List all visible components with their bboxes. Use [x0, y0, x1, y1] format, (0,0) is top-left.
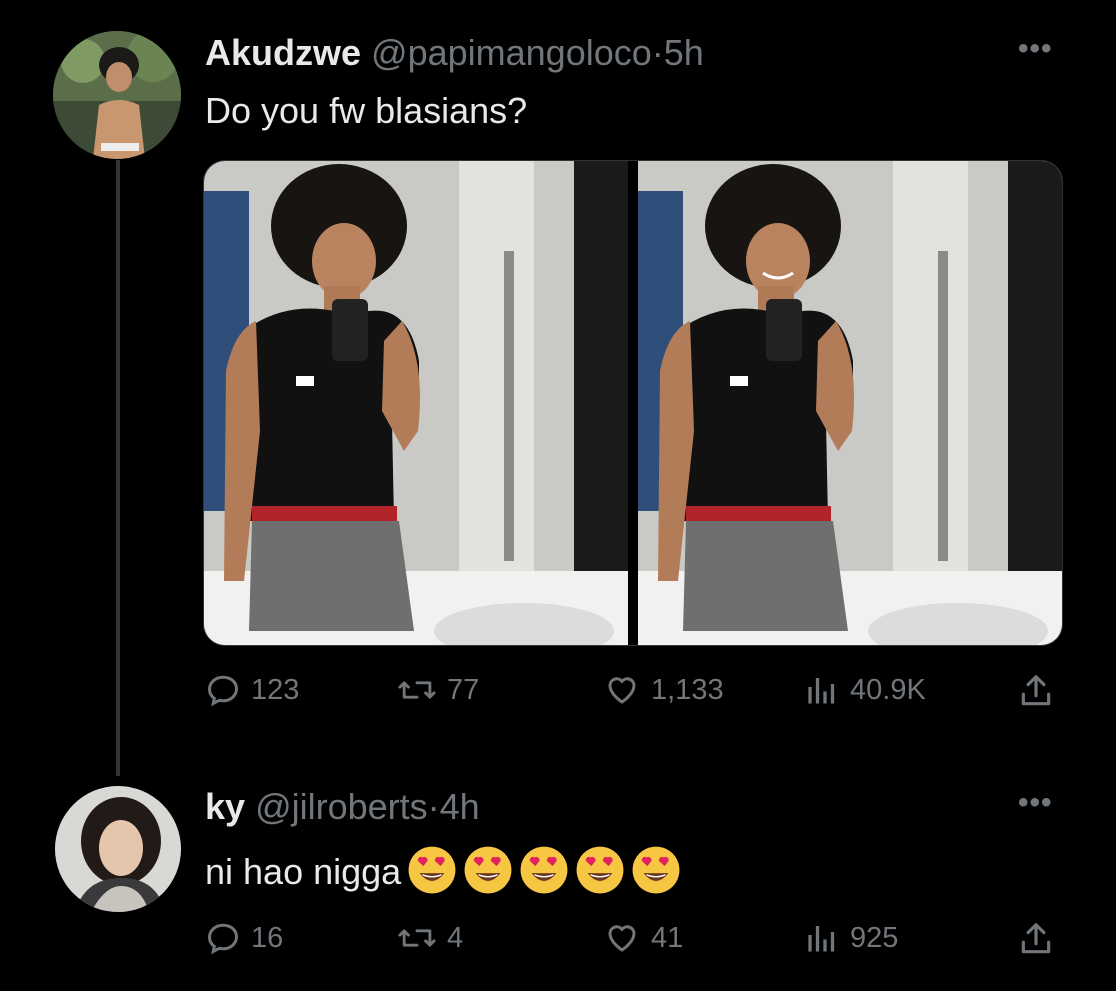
heart-eyes-emoji-icon — [631, 845, 681, 904]
reply-views-button[interactable]: 925 — [804, 920, 898, 956]
view-count: 40.9K — [850, 673, 926, 706]
tweet-media[interactable] — [203, 160, 1063, 646]
reply-text: ni hao nigga — [205, 851, 402, 893]
reply-button[interactable]: 123 — [205, 672, 299, 708]
reply-author-avatar[interactable] — [55, 786, 181, 912]
reply-like-count: 41 — [651, 921, 684, 954]
share-icon — [1021, 923, 1051, 954]
views-icon — [808, 926, 835, 952]
reply-timestamp[interactable]: 4h — [440, 786, 480, 827]
ellipsis-icon[interactable]: ••• — [1018, 32, 1053, 66]
retweet-icon — [398, 681, 436, 699]
reply-text-line: ni hao nigga — [205, 845, 681, 904]
views-button[interactable]: 40.9K — [804, 672, 926, 708]
reply-reply-button[interactable]: 16 — [205, 920, 283, 956]
emoji-row — [401, 846, 681, 894]
like-button[interactable]: 1,133 — [603, 672, 724, 708]
reply-view-count: 925 — [850, 921, 899, 954]
retweet-button[interactable]: 77 — [397, 672, 479, 708]
tweet-header: Akudzwe @papimangoloco·5h — [205, 32, 704, 74]
timestamp[interactable]: 5h — [664, 32, 704, 73]
reply-icon — [207, 923, 239, 955]
like-count: 1,133 — [651, 673, 724, 706]
tweet-photo-1[interactable] — [204, 161, 628, 645]
reply-share-button[interactable] — [1017, 920, 1055, 958]
reply-ellipsis-icon[interactable]: ••• — [1018, 786, 1053, 820]
heart-eyes-emoji-icon — [519, 845, 569, 904]
author-name[interactable]: Akudzwe — [205, 32, 361, 73]
heart-eyes-emoji-icon — [407, 845, 457, 904]
separator: · — [651, 32, 664, 73]
reply-retweet-count: 4 — [447, 921, 464, 954]
reply-author-name[interactable]: ky — [205, 786, 245, 827]
reply-reply-count: 16 — [251, 921, 284, 954]
retweet-count: 77 — [447, 673, 480, 706]
heart-eyes-emoji-icon — [575, 845, 625, 904]
author-handle[interactable]: @papimangoloco — [371, 32, 652, 73]
reply-author-handle[interactable]: @jilroberts — [255, 786, 428, 827]
views-icon — [808, 678, 835, 704]
tweet-photo-2[interactable] — [638, 161, 1062, 645]
retweet-icon — [398, 929, 436, 947]
like-icon — [608, 677, 636, 704]
reply-count: 123 — [251, 673, 300, 706]
reply-retweet-button[interactable]: 4 — [397, 920, 463, 956]
reply-icon — [207, 675, 239, 707]
reply-like-button[interactable]: 41 — [603, 920, 683, 956]
thread-line — [116, 160, 120, 776]
reply-separator: · — [427, 786, 440, 827]
reply-header: ky @jilroberts·4h — [205, 786, 480, 828]
heart-eyes-emoji-icon — [463, 845, 513, 904]
share-icon — [1021, 675, 1051, 706]
share-button[interactable] — [1017, 672, 1055, 710]
author-avatar[interactable] — [53, 31, 181, 159]
tweet-text: Do you fw blasians? — [205, 90, 528, 131]
like-icon — [608, 925, 636, 952]
